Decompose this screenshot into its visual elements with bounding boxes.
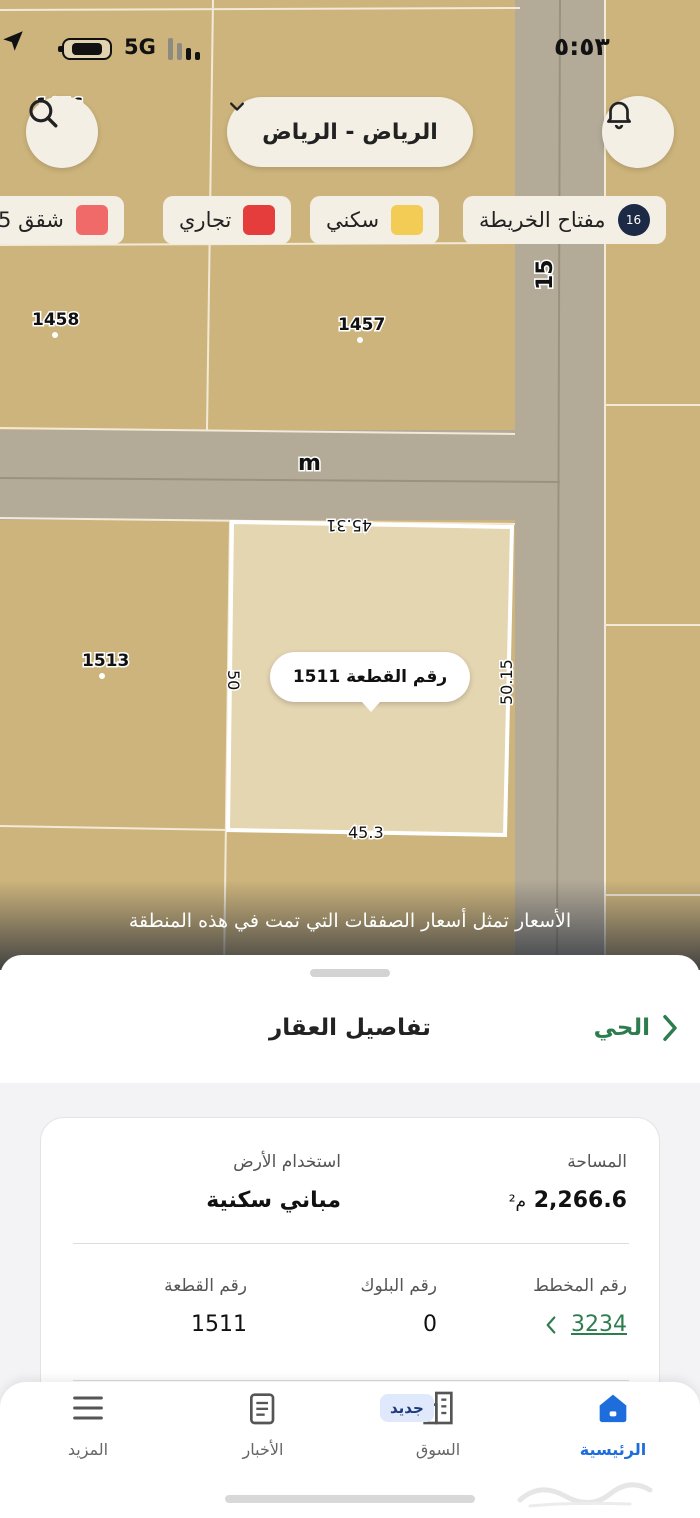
scheme-number-label: رقم المخطط	[533, 1276, 627, 1296]
plot-number-field: رقم القطعة 1511	[77, 1276, 247, 1337]
dimension-bottom: 45.3	[348, 823, 384, 842]
area-value: 2,266.6	[533, 1188, 627, 1213]
location-arrow-icon	[3, 31, 23, 51]
bell-icon	[607, 101, 631, 130]
street-label: 15	[533, 259, 558, 290]
dimension-right: 50.15	[497, 659, 516, 705]
home-icon	[599, 1394, 627, 1423]
area-value-row: 2,266.6 م²	[367, 1188, 627, 1213]
notifications-button[interactable]	[602, 96, 674, 168]
plot-marker	[99, 673, 105, 679]
map-price-note: الأسعار تمثل أسعار الصفقات التي تمت في ه…	[128, 910, 572, 932]
status-time: ٥:٥٣	[554, 32, 610, 61]
map-legend-chip[interactable]: 16 مفتاح الخريطة	[463, 196, 666, 244]
new-badge: جديد	[380, 1394, 434, 1422]
map-view[interactable]: 1456 1455 1458 1457 1513 15 m 45.31 50 5…	[0, 0, 700, 970]
commercial-swatch	[243, 205, 276, 235]
filter-chip-apartments[interactable]: شقق 3.5	[0, 196, 124, 244]
land-use-label: استخدام الأرض	[233, 1152, 341, 1172]
chevron-down-icon	[230, 102, 244, 111]
plot-marker	[52, 332, 58, 338]
news-icon	[250, 1393, 275, 1425]
dimension-left: 50	[224, 670, 243, 690]
block-number-label: رقم البلوك	[360, 1276, 437, 1296]
dimension-top: 45.31	[326, 516, 372, 535]
area-label: المساحة	[567, 1152, 627, 1172]
tab-more[interactable]: المزيد	[18, 1382, 158, 1482]
apartments-swatch	[75, 205, 108, 235]
legend-count-badge: 16	[617, 204, 650, 236]
menu-icon	[73, 1396, 103, 1420]
bottom-tab-bar: الرئيسية السوق جديد الأخبار المزيد	[0, 1382, 700, 1518]
sheet-grabber[interactable]	[310, 969, 390, 977]
block-number-value: 0	[423, 1312, 437, 1337]
battery-icon	[58, 38, 112, 60]
scheme-number-link[interactable]: 3234	[571, 1312, 627, 1337]
search-icon	[29, 99, 58, 128]
card-divider	[73, 1380, 629, 1381]
plot-marker	[357, 337, 363, 343]
residential-swatch	[391, 205, 424, 235]
home-indicator	[225, 1495, 475, 1503]
scheme-number-field: رقم المخطط 3234	[457, 1276, 627, 1337]
status-bar: 5G ٥:٥٣	[0, 28, 700, 68]
filter-chip-residential[interactable]: سكني	[310, 196, 440, 244]
plot-number-label: 1457	[338, 315, 385, 335]
neighborhood-link-label: الحي	[593, 1015, 650, 1041]
land-use-value: مباني سكنية	[206, 1188, 341, 1213]
plot-number-value: 1511	[191, 1312, 247, 1337]
tab-news-label: الأخبار	[242, 1440, 284, 1459]
filter-chip-label: تجاري	[179, 208, 232, 232]
street-label: m	[298, 451, 321, 476]
area-unit: م²	[508, 1192, 527, 1212]
area-field: المساحة 2,266.6 م²	[367, 1152, 627, 1213]
city-selector-label: الرياض - الرياض	[262, 119, 438, 145]
haraj-watermark-logo	[517, 1482, 653, 1508]
card-divider	[73, 1243, 629, 1244]
tab-market-label: السوق	[415, 1440, 461, 1459]
signal-icon	[168, 38, 208, 60]
filter-chip-label: شقق 3.5	[0, 208, 64, 232]
plot-number-label: 1513	[82, 651, 129, 671]
selected-plot-label[interactable]: رقم القطعة 1511	[270, 652, 470, 712]
filter-chip-label: سكني	[326, 208, 380, 232]
chevron-right-icon	[663, 1015, 677, 1041]
legend-chip-label: مفتاح الخريطة	[479, 208, 606, 232]
tab-news[interactable]: الأخبار	[193, 1382, 333, 1482]
network-type: 5G	[124, 35, 156, 59]
tab-more-label: المزيد	[67, 1440, 109, 1459]
road-horizontal	[0, 430, 560, 520]
chevron-left-icon	[546, 1316, 556, 1334]
scheme-number-row[interactable]: 3234	[457, 1312, 627, 1337]
plot-number-label: 1458	[32, 310, 79, 330]
land-use-field: استخدام الأرض مباني سكنية	[81, 1152, 341, 1213]
block-number-field: رقم البلوك 0	[267, 1276, 437, 1337]
search-button[interactable]	[26, 96, 98, 168]
neighborhood-link[interactable]: الحي	[594, 1013, 680, 1043]
tab-home[interactable]: الرئيسية	[543, 1382, 683, 1482]
plot-number-label: رقم القطعة	[164, 1276, 247, 1296]
tab-home-label: الرئيسية	[579, 1440, 647, 1459]
city-selector[interactable]: الرياض - الرياض	[227, 97, 473, 167]
filter-chip-commercial[interactable]: تجاري	[163, 196, 292, 244]
